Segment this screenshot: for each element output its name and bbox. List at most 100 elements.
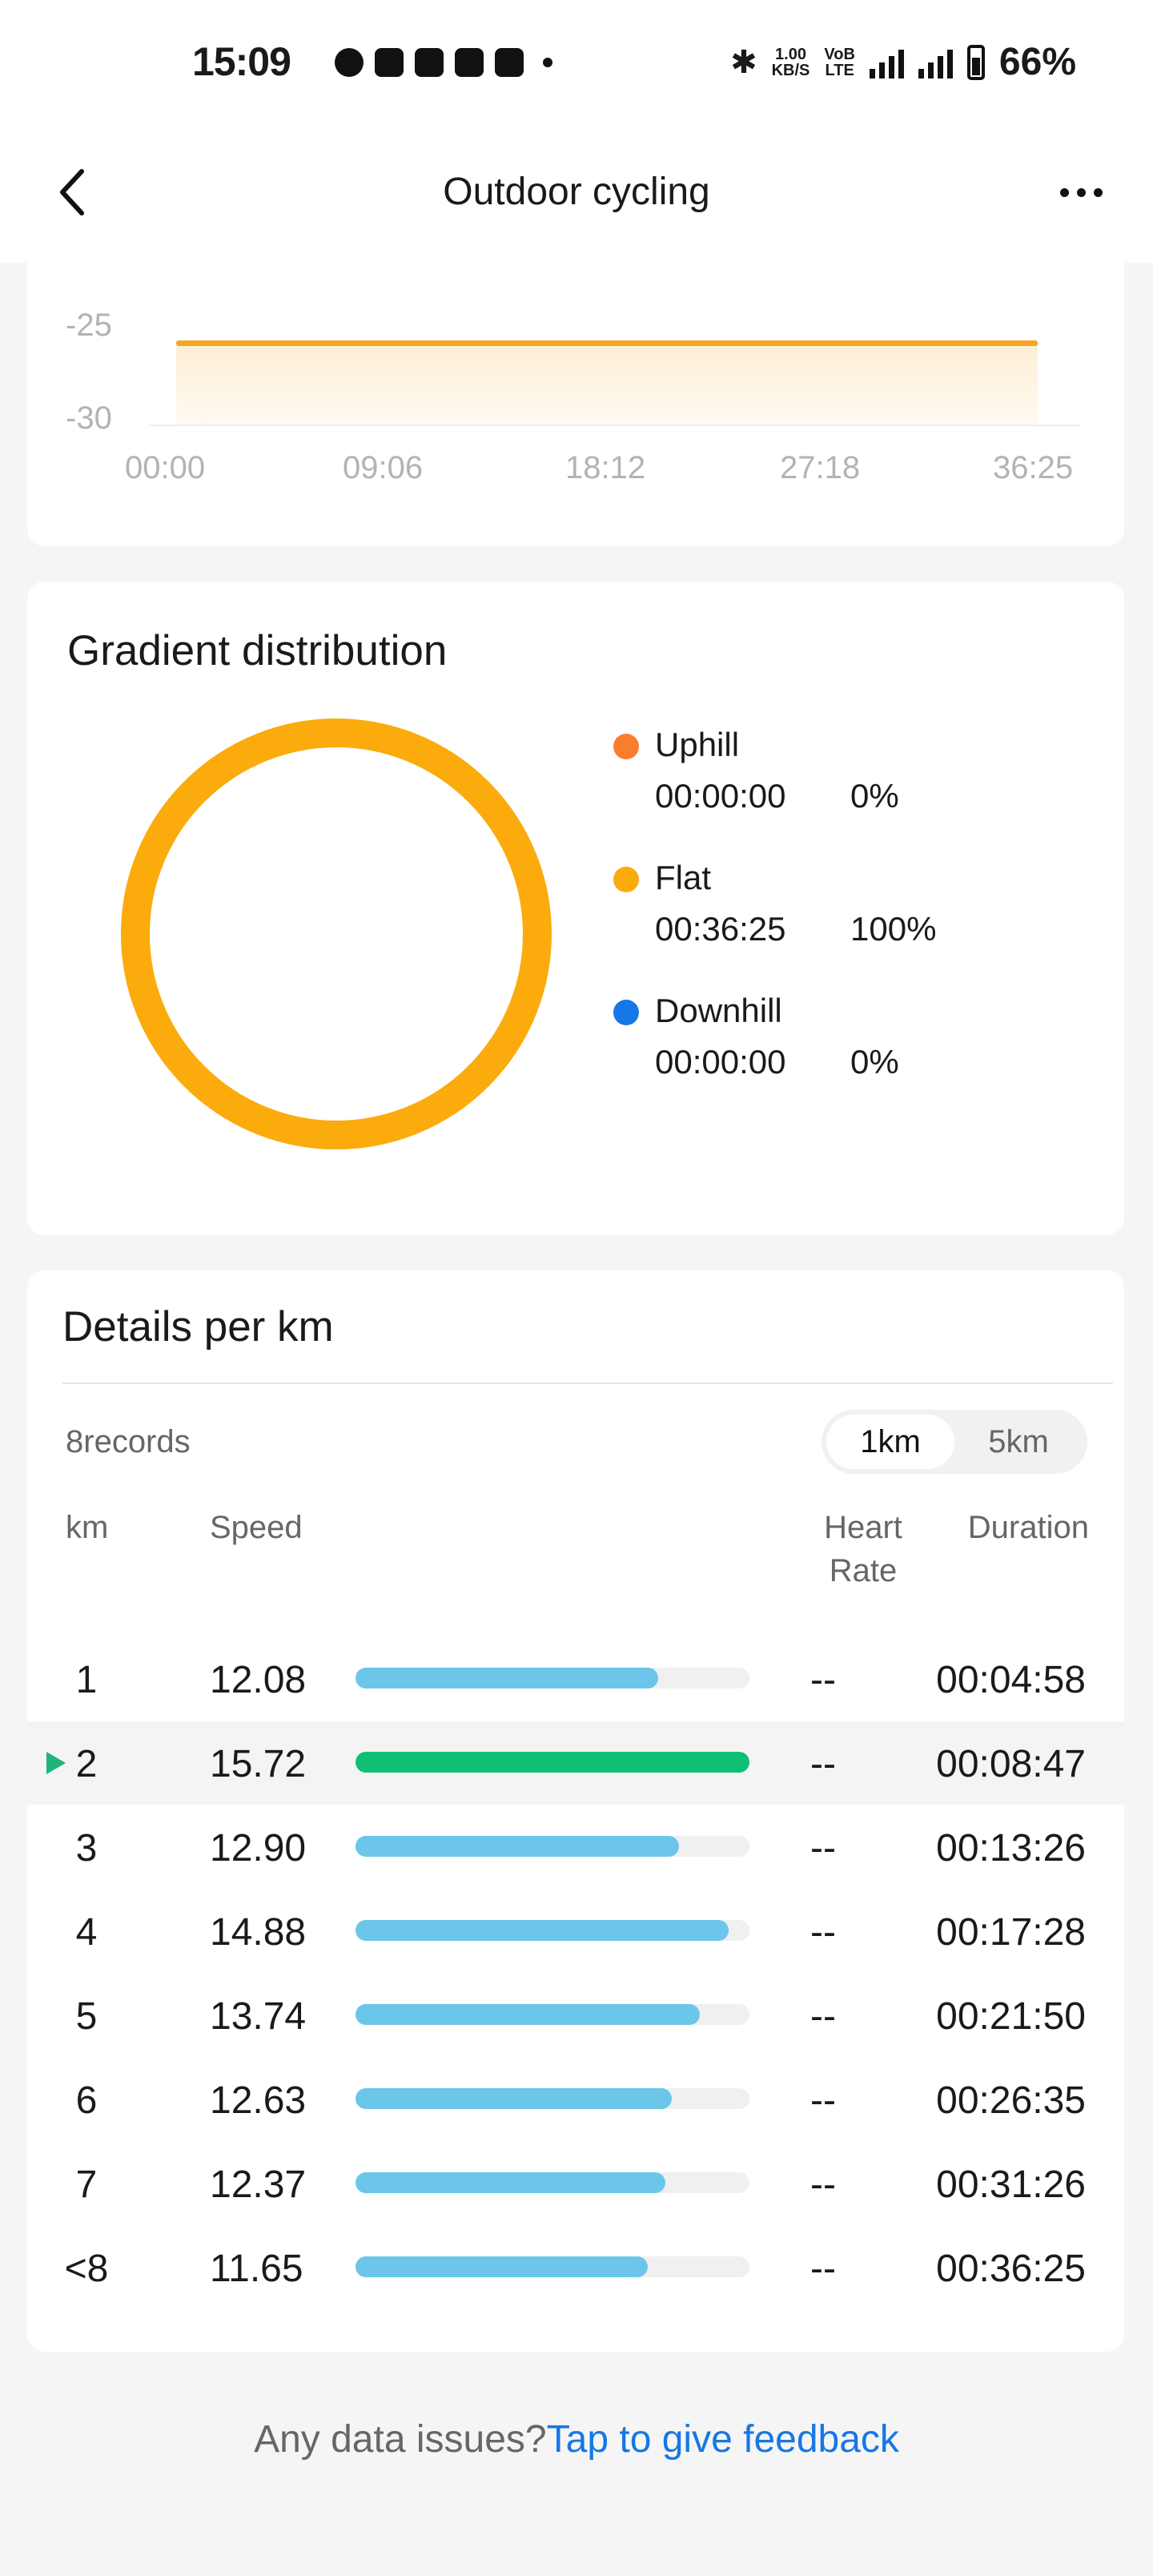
speed-bar-track: [356, 1836, 749, 1857]
km-value: <8: [64, 2248, 109, 2290]
table-row[interactable]: 7 12.37 -- 00:31:26: [27, 2142, 1124, 2225]
legend-downhill-percent: 0%: [850, 1043, 899, 1081]
elevation-chart-card: -25 -30 00:00 09:06 18:12 27:18 36:25: [27, 240, 1124, 546]
card-title: Details per km: [62, 1303, 334, 1350]
bag-icon: [495, 48, 524, 77]
table-row[interactable]: 1 12.08 -- 00:04:58: [27, 1637, 1124, 1721]
duration-value: 00:08:47: [936, 1743, 1086, 1785]
battery-icon: [966, 44, 985, 80]
speed-bar-track: [356, 2088, 749, 2109]
discord-icon: [375, 48, 404, 77]
elevation-line: [176, 340, 1038, 346]
speed-bar-track: [356, 1920, 749, 1941]
heart-rate-value: --: [810, 1995, 836, 2038]
km-value: 3: [75, 1827, 98, 1870]
speed-bar: [356, 1836, 679, 1857]
y-tick-label: -30: [66, 400, 112, 436]
speed-value: 14.88: [210, 1911, 307, 1954]
legend-flat-percent: 100%: [850, 910, 937, 948]
table-row[interactable]: 2 15.72 -- 00:08:47: [27, 1721, 1124, 1805]
heart-rate-value: --: [810, 1743, 836, 1785]
column-header-speed: Speed: [210, 1510, 303, 1545]
legend-flat-name: Flat: [655, 859, 712, 896]
heart-rate-value: --: [810, 2163, 836, 2206]
speed-bar-track: [356, 1752, 749, 1773]
speed-bar: [356, 2172, 666, 2193]
volte-bottom: LTE: [825, 61, 854, 79]
speed-value: 12.90: [210, 1827, 307, 1870]
dot-icon: [1076, 187, 1086, 197]
volte-top: VoB: [824, 45, 855, 63]
speed-bar: [356, 1668, 659, 1688]
speed-bar-track: [356, 2172, 749, 2193]
speed-value: 11.65: [210, 2248, 303, 2290]
telegram-icon: [415, 48, 444, 77]
table-row[interactable]: 4 14.88 -- 00:17:28: [27, 1890, 1124, 1973]
status-time: 15:09: [192, 39, 291, 84]
distance-toggle: 1km 5km: [822, 1410, 1087, 1474]
duration-value: 00:13:26: [936, 1827, 1086, 1870]
feedback-link[interactable]: Tap to give feedback: [547, 2418, 899, 2461]
legend-uphill-percent: 0%: [850, 777, 899, 815]
status-bar: 15:09 ✱ 1.00 KB/S VoB LTE 66%: [0, 0, 1153, 128]
elevation-area: [176, 343, 1038, 425]
speed-bar: [356, 2088, 673, 2109]
volte-icon: VoB LTE: [824, 46, 855, 78]
chat-bubble-icon: [335, 48, 364, 77]
legend-dot-flat: [613, 867, 639, 892]
gradient-distribution-card: Gradient distribution Uphill 00:00:00 0%…: [27, 582, 1124, 1235]
speed-value: 13.74: [210, 1995, 307, 2038]
more-options-button[interactable]: [1041, 160, 1121, 224]
details-per-km-card: Details per km 8records 1km 5km km Speed…: [27, 1270, 1124, 2352]
speed-bar: [356, 2004, 701, 2025]
notification-icons: [335, 48, 552, 77]
toggle-5km-button[interactable]: 5km: [954, 1415, 1083, 1469]
km-value: 1: [75, 1659, 98, 1701]
dot-icon: [1093, 187, 1103, 197]
column-header-heart-rate-line1: Heart: [824, 1510, 902, 1545]
x-tick-label: 36:25: [993, 450, 1074, 485]
page-title: Outdoor cycling: [443, 171, 710, 213]
x-tick-label: 18:12: [565, 450, 646, 485]
x-tick-label: 00:00: [125, 450, 206, 485]
feedback-prefix: Any data issues?: [254, 2418, 547, 2461]
y-tick-label: -25: [66, 308, 112, 343]
km-value: 6: [75, 2079, 98, 2122]
toggle-1km-button[interactable]: 1km: [826, 1415, 954, 1469]
battery-level: 66%: [998, 41, 1076, 83]
column-header-km: km: [66, 1510, 109, 1545]
column-header-heart-rate-line2: Rate: [829, 1553, 898, 1588]
gradient-donut-chart: [121, 718, 552, 1149]
legend-flat-time: 00:36:25: [655, 910, 786, 948]
legend-downhill-time: 00:00:00: [655, 1043, 786, 1081]
gridline: [149, 425, 1081, 426]
bluetooth-icon: ✱: [730, 44, 757, 80]
column-header-heart-rate: Heart Rate: [783, 1506, 943, 1592]
table-row[interactable]: 3 12.90 -- 00:13:26: [27, 1805, 1124, 1889]
legend-uphill-time: 00:00:00: [655, 777, 786, 815]
speed-value: 12.63: [210, 2079, 307, 2122]
duration-value: 00:21:50: [936, 1995, 1086, 2038]
table-row[interactable]: <8 11.65 -- 00:36:25: [27, 2226, 1124, 2309]
table-row[interactable]: 6 12.63 -- 00:26:35: [27, 2058, 1124, 2141]
table-row[interactable]: 5 13.74 -- 00:21:50: [27, 1974, 1124, 2057]
net-speed-value: 1.00: [775, 45, 806, 63]
feedback-line: Any data issues?Tap to give feedback: [0, 2417, 1153, 2461]
duration-value: 00:26:35: [936, 2079, 1086, 2122]
x-tick-label: 09:06: [343, 450, 424, 485]
duration-value: 00:36:25: [936, 2248, 1086, 2290]
speed-bar: [356, 2256, 648, 2277]
shopee-icon: [455, 48, 484, 77]
legend-uphill-name: Uphill: [655, 726, 740, 763]
legend-dot-downhill: [613, 1000, 639, 1025]
speed-value: 12.08: [210, 1659, 307, 1701]
records-count: 8records: [66, 1424, 191, 1459]
net-speed: 1.00 KB/S: [772, 46, 810, 78]
duration-value: 00:17:28: [936, 1911, 1086, 1954]
dot-icon: [1059, 187, 1069, 197]
net-speed-unit: KB/S: [771, 61, 810, 79]
heart-rate-value: --: [810, 1911, 836, 1954]
x-tick-label: 27:18: [780, 450, 861, 485]
speed-value: 12.37: [210, 2163, 307, 2206]
heart-rate-value: --: [810, 2248, 836, 2290]
